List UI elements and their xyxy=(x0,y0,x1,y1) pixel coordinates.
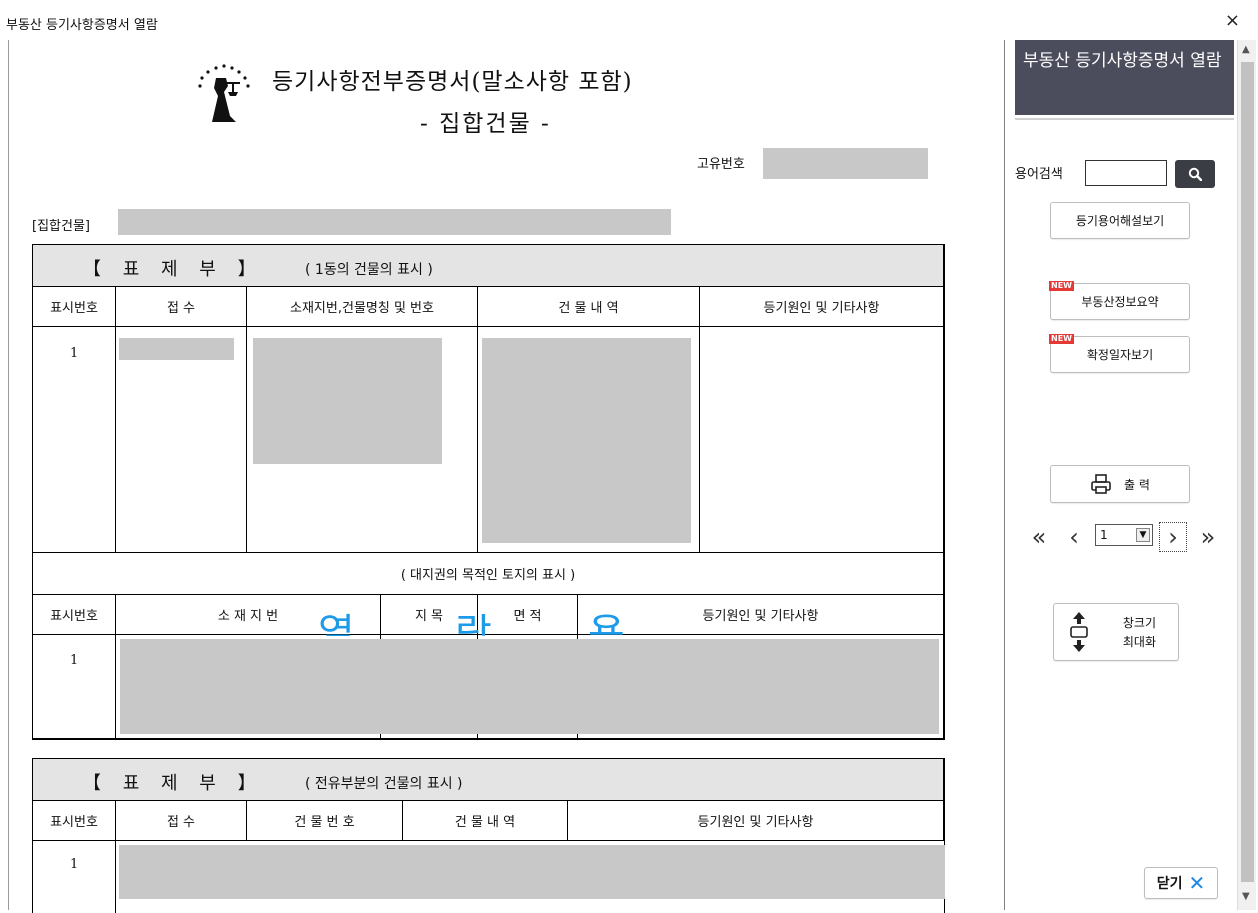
s2-row1-number: 1 xyxy=(70,857,79,872)
row1-receipt-cell xyxy=(116,327,247,553)
resize-arrows-icon xyxy=(1070,612,1088,652)
row1-details-redacted xyxy=(482,338,691,543)
col-header-receipt: 접 수 xyxy=(116,287,247,327)
page-select[interactable]: 1 ▼ xyxy=(1095,524,1153,546)
land-col-area: 면 적 xyxy=(478,595,578,635)
s2-col-display-number: 표시번호 xyxy=(33,801,116,841)
scroll-down-icon[interactable]: ▼ xyxy=(1242,891,1250,902)
land-row1-redacted xyxy=(120,639,939,734)
print-label: 출 력 xyxy=(1124,477,1150,492)
glossary-button[interactable]: 등기용어해설보기 xyxy=(1050,202,1190,239)
window-close-icon[interactable]: × xyxy=(1225,12,1240,30)
fixed-date-label: 확정일자보기 xyxy=(1086,348,1154,362)
section1-subtitle: ( 1동의 건물의 표시 ) xyxy=(305,262,433,278)
watermark-char-2: 람 xyxy=(455,611,492,636)
col-header-display-number: 표시번호 xyxy=(33,287,116,327)
row1-location-redacted xyxy=(253,338,442,464)
building-address-redacted xyxy=(118,209,671,235)
printer-icon xyxy=(1091,474,1111,494)
s2-col-building-number: 건 물 번 호 xyxy=(247,801,403,841)
land-row1-number: 1 xyxy=(70,653,79,668)
unique-number-label: 고유번호 xyxy=(697,157,745,172)
row1-receipt-redacted xyxy=(119,338,234,360)
scrollbar-thumb[interactable] xyxy=(1241,62,1254,882)
term-search-input[interactable] xyxy=(1085,160,1167,186)
first-page-icon[interactable]: « xyxy=(1024,522,1054,552)
term-search-label: 용어검색 xyxy=(1015,167,1063,182)
land-col-display-number: 표시번호 xyxy=(33,595,116,635)
side-panel: 부동산 등기사항증명서 열람 용어검색 등기용어해설보기 NEW 부동산정보요약… xyxy=(1005,40,1237,910)
new-badge-icon: NEW xyxy=(1049,334,1074,344)
s2-row1-number-cell xyxy=(33,841,116,913)
section2-title: 【 표 제 부 】 xyxy=(83,773,264,794)
land-col-registration-cause: 등기원인 및 기타사항 xyxy=(578,595,944,635)
close-button[interactable]: 닫기 ✕ xyxy=(1144,867,1218,899)
fixed-date-button[interactable]: NEW 확정일자보기 xyxy=(1049,334,1190,373)
panel-header: 부동산 등기사항증명서 열람 xyxy=(1015,40,1234,115)
glossary-button-label: 등기용어해설보기 xyxy=(1075,214,1165,228)
close-x-icon: ✕ xyxy=(1188,871,1206,895)
close-button-label: 닫기 xyxy=(1156,876,1183,892)
window-title-bar: 부동산 등기사항증명서 열람 × xyxy=(0,0,1258,36)
document-subtitle: - 집합건물 - xyxy=(420,111,551,137)
prev-page-icon[interactable]: ‹ xyxy=(1062,522,1086,552)
page-select-value: 1 xyxy=(1100,528,1108,542)
land-section-title: ( 대지권의 목적인 토지의 표시 ) xyxy=(33,553,944,595)
col-header-registration-cause: 등기원인 및 기타사항 xyxy=(700,287,944,327)
building-label: [집합건물] xyxy=(32,219,90,234)
last-page-icon[interactable]: » xyxy=(1193,522,1223,552)
watermark-char-1: 열 xyxy=(318,611,355,636)
s2-col-receipt: 접 수 xyxy=(116,801,247,841)
unique-number-redacted xyxy=(763,148,928,179)
court-emblem-logo xyxy=(198,64,250,122)
s2-col-building-details: 건 물 내 역 xyxy=(403,801,568,841)
s2-col-registration-cause: 등기원인 및 기타사항 xyxy=(568,801,944,841)
section1-table: 【 표 제 부 】 ( 1동의 건물의 표시 ) 표시번호 접 수 소재지번,건… xyxy=(32,244,945,740)
maximize-label-line1: 창크기 xyxy=(1122,616,1156,630)
maximize-window-button[interactable]: 창크기 최대화 xyxy=(1053,603,1179,661)
section2-table: 【 표 제 부 】 ( 전유부분의 건물의 표시 ) 표시번호 접 수 건 물 … xyxy=(32,758,945,913)
search-icon xyxy=(1188,167,1202,181)
next-page-icon[interactable]: › xyxy=(1159,522,1187,552)
row1-cause-cell xyxy=(700,327,944,553)
vertical-scrollbar[interactable]: ▲ ▼ xyxy=(1237,40,1256,910)
scroll-up-icon[interactable]: ▲ xyxy=(1242,44,1250,55)
section2-subtitle: ( 전유부분의 건물의 표시 ) xyxy=(305,776,463,792)
maximize-label-line2: 최대화 xyxy=(1122,635,1156,649)
watermark-char-3: 용 xyxy=(588,611,625,636)
col-header-building-details: 건 물 내 역 xyxy=(478,287,700,327)
new-badge-icon: NEW xyxy=(1049,281,1074,291)
section1-title: 【 표 제 부 】 xyxy=(83,259,264,280)
s2-row1-redacted xyxy=(119,845,945,899)
window-title: 부동산 등기사항증명서 열람 xyxy=(6,18,158,33)
print-button[interactable]: 출 력 xyxy=(1050,465,1190,503)
property-summary-label: 부동산정보요약 xyxy=(1081,295,1159,309)
land-row1-number-cell xyxy=(33,635,116,739)
property-summary-button[interactable]: NEW 부동산정보요약 xyxy=(1049,281,1190,320)
search-button[interactable] xyxy=(1175,160,1215,188)
document-title: 등기사항전부증명서(말소사항 포함) xyxy=(272,69,633,95)
row1-number: 1 xyxy=(70,346,79,361)
col-header-location: 소재지번,건물명칭 및 번호 xyxy=(247,287,478,327)
panel-separator xyxy=(1015,118,1234,120)
dropdown-arrow-icon: ▼ xyxy=(1136,528,1150,542)
